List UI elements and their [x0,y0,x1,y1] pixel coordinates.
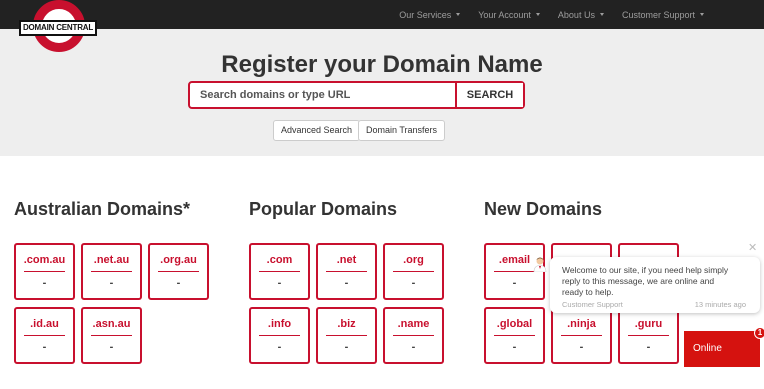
nav-customer-support[interactable]: Customer Support [622,10,704,20]
domain-extension: .info [267,318,292,330]
caret-down-icon [700,13,704,16]
nav-about-us[interactable]: About Us [558,10,604,20]
domain-extension: .global [496,318,533,330]
caret-down-icon [456,13,461,16]
domain-tile-net-au[interactable]: .net.au - [81,243,142,300]
domain-extension: .net.au [93,254,130,266]
divider [326,271,367,272]
domain-extension: .org [403,254,424,266]
domain-tile-org-au[interactable]: .org.au - [148,243,209,300]
domain-extension: .guru [634,318,663,330]
site-logo[interactable]: DOMAIN CENTRAL [17,0,99,55]
search-button[interactable]: SEARCH [455,83,523,107]
domain-extension: .org.au [160,254,197,266]
domain-tile-info[interactable]: .info - [249,307,310,364]
nav-your-account[interactable]: Your Account [478,10,540,20]
domain-search-bar: SEARCH [188,81,525,109]
chat-online-button[interactable]: Online [684,331,760,367]
close-icon[interactable]: ✕ [748,241,757,254]
new-domains-heading: New Domains [484,199,603,219]
domain-extension: .id.au [30,318,59,330]
domain-price: - [411,341,416,353]
top-navbar: Our Services Your Account About Us Custo… [0,0,764,29]
domain-price: - [109,341,114,353]
domain-transfers-button[interactable]: Domain Transfers [358,120,446,141]
domain-tile-org[interactable]: .org - [383,243,444,300]
main-nav: Our Services Your Account About Us Custo… [381,0,704,29]
domain-tile-com[interactable]: .com - [249,243,310,300]
domain-price: - [344,277,349,289]
chat-message-bubble[interactable]: Welcome to our site, if you need help si… [550,257,760,313]
chat-agent-name: Customer Support [562,300,623,309]
divider [561,335,602,336]
advanced-search-button[interactable]: Advanced Search [273,120,361,141]
domain-price: - [176,277,181,289]
domain-extension: .com.au [23,254,66,266]
domain-search-input[interactable] [190,83,455,107]
caret-down-icon [599,13,604,16]
domain-extension: .net [336,254,357,266]
domain-price: - [277,277,282,289]
chat-notification-badge: 1 [754,327,764,339]
domain-price: - [344,341,349,353]
chat-message-text: Welcome to our site, if you need help si… [562,265,729,297]
domain-extension: .asn.au [92,318,131,330]
domain-price: - [512,341,517,353]
nav-label: Customer Support [621,9,695,20]
divider [158,271,199,272]
nav-label: Your Account [478,9,531,20]
domain-tile-id-au[interactable]: .id.au - [14,307,75,364]
domain-tile-com-au[interactable]: .com.au - [14,243,75,300]
domain-tile-net[interactable]: .net - [316,243,377,300]
divider [259,271,300,272]
domain-price: - [109,277,114,289]
hero-section: Register your Domain Name SEARCH Advance… [0,29,764,156]
domain-tile-global[interactable]: .global - [484,307,545,364]
domain-price: - [512,277,517,289]
domain-tile-guru[interactable]: .guru - [618,307,679,364]
divider [494,271,535,272]
domain-price: - [42,277,47,289]
divider [24,335,65,336]
divider [24,271,65,272]
caret-down-icon [535,13,540,16]
domain-price: - [411,277,416,289]
domain-price: - [277,341,282,353]
chat-timestamp: 13 minutes ago [694,300,746,309]
page-title: Register your Domain Name [221,51,543,78]
domain-price: - [646,341,651,353]
nav-our-services[interactable]: Our Services [399,9,461,20]
domain-extension: .name [397,318,430,330]
nav-label: About Us [557,9,595,20]
domain-tile-asn-au[interactable]: .asn.au - [81,307,142,364]
divider [393,335,434,336]
agent-avatar-icon [533,257,547,272]
divider [393,271,434,272]
australian-domains-heading: Australian Domains* [14,199,191,219]
divider [628,335,669,336]
domain-extension: .com [266,254,293,266]
domain-price: - [42,341,47,353]
divider [494,335,535,336]
domain-extension: .biz [337,318,356,330]
popular-domains-heading: Popular Domains [249,199,398,219]
domain-tile-name[interactable]: .name - [383,307,444,364]
logo-text: DOMAIN CENTRAL [19,20,97,36]
nav-label: Our Services [399,9,452,20]
divider [91,335,132,336]
domain-extension: .ninja [567,318,596,330]
domain-price: - [579,341,584,353]
domain-tile-ninja[interactable]: .ninja - [551,307,612,364]
divider [91,271,132,272]
domain-tile-biz[interactable]: .biz - [316,307,377,364]
divider [326,335,367,336]
divider [259,335,300,336]
chat-meta: Customer Support 13 minutes ago [562,300,746,309]
